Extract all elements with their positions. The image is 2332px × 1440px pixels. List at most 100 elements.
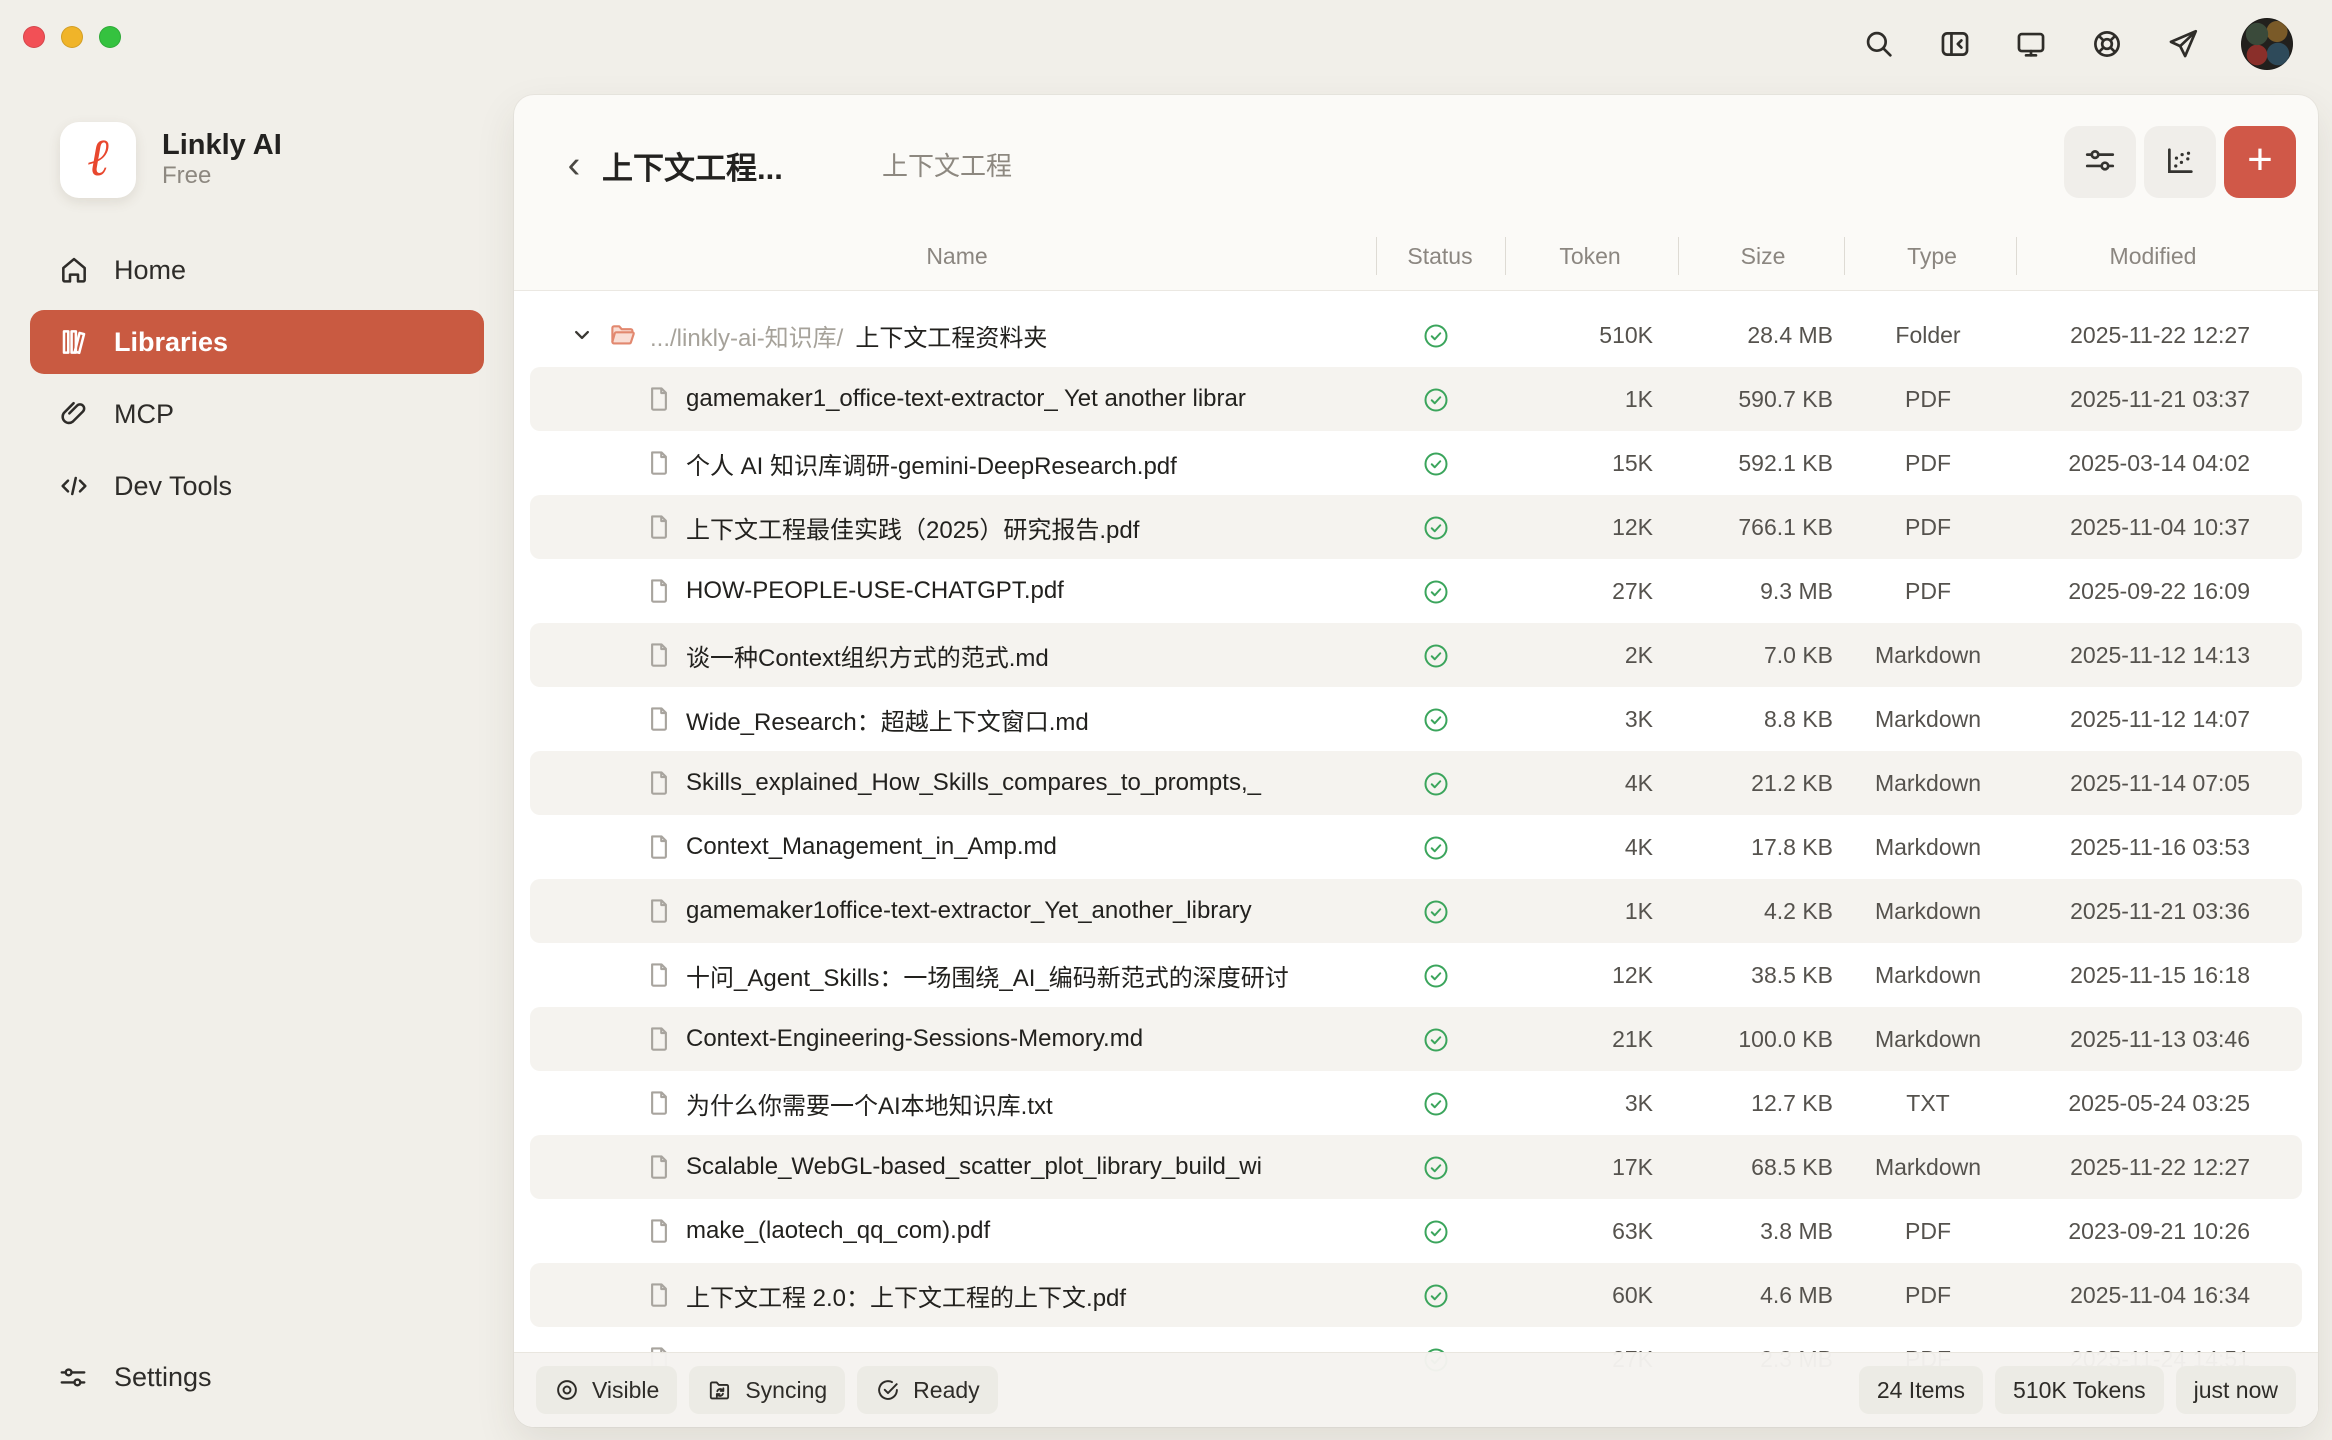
chip-ready[interactable]: Ready <box>857 1366 997 1414</box>
column-header-name[interactable]: Name <box>926 243 987 270</box>
modified-cell: 2025-11-14 07:05 <box>1988 751 2250 815</box>
table-row-folder[interactable]: .../linkly-ai-知识库/上下文工程资料夹510K28.4 MBFol… <box>514 303 2318 367</box>
filter-settings-button[interactable] <box>2064 126 2136 198</box>
badge-label: 24 Items <box>1877 1377 1965 1404</box>
table-row[interactable]: gamemaker1_office-text-extractor_ Yet an… <box>514 367 2318 431</box>
status-cell <box>1414 495 1458 559</box>
sidebar-item-libraries[interactable]: Libraries <box>30 310 484 374</box>
status-filter-chips: Visible Syncing Ready <box>536 1366 998 1414</box>
file-name: gamemaker1office-text-extractor_Yet_anot… <box>686 897 1252 925</box>
modified-cell: 2025-11-13 03:46 <box>1988 1007 2250 1071</box>
help-lifebuoy-icon[interactable] <box>2089 26 2125 62</box>
table-row[interactable]: 谈一种Context组织方式的范式.md2K7.0 KBMarkdown2025… <box>514 623 2318 687</box>
column-divider <box>1505 237 1506 275</box>
status-bar: VisibleSyncingReady 24 Items510K Tokensj… <box>514 1352 2318 1427</box>
status-cell <box>1414 1199 1458 1263</box>
chevron-down-icon[interactable] <box>568 321 596 349</box>
status-ok-icon <box>1421 896 1451 926</box>
table-row[interactable]: Skills_explained_How_Skills_compares_to_… <box>514 751 2318 815</box>
badge-label: just now <box>2194 1377 2278 1404</box>
table-row[interactable]: Context-Engineering-Sessions-Memory.md21… <box>514 1007 2318 1071</box>
token-cell: 12K <box>1453 495 1653 559</box>
size-cell: 9.3 MB <box>1633 559 1833 623</box>
user-avatar[interactable] <box>2241 18 2293 70</box>
column-header-status[interactable]: Status <box>1407 243 1472 270</box>
file-icon <box>644 896 674 926</box>
chip-visible[interactable]: Visible <box>536 1366 677 1414</box>
table-row[interactable]: 上下文工程 2.0：上下文工程的上下文.pdf60K4.6 MBPDF2025-… <box>514 1263 2318 1327</box>
token-cell: 12K <box>1453 943 1653 1007</box>
chip-syncing[interactable]: Syncing <box>689 1366 845 1414</box>
token-cell: 27K <box>1453 559 1653 623</box>
name-cell: Scalable_WebGL-based_scatter_plot_librar… <box>644 1135 1368 1199</box>
status-ok-icon <box>1421 1088 1451 1118</box>
table-row[interactable]: 上下文工程最佳实践（2025）研究报告.pdf12K766.1 KBPDF202… <box>514 495 2318 559</box>
scatter-chart-icon <box>2163 144 2197 181</box>
sliders-icon <box>58 1363 88 1393</box>
modified-cell: 2025-11-16 03:53 <box>1988 815 2250 879</box>
table-row[interactable]: HOW-PEOPLE-USE-CHATGPT.pdf27K9.3 MBPDF20… <box>514 559 2318 623</box>
scatter-view-button[interactable] <box>2144 126 2216 198</box>
name-cell: gamemaker1_office-text-extractor_ Yet an… <box>644 367 1368 431</box>
size-cell: 4.2 KB <box>1633 879 1833 943</box>
file-table: .../linkly-ai-知识库/上下文工程资料夹510K28.4 MBFol… <box>514 291 2318 1427</box>
name-cell: 谈一种Context组织方式的范式.md <box>644 623 1368 687</box>
plus-icon: + <box>2247 138 2273 182</box>
table-row[interactable]: 为什么你需要一个AI本地知识库.txt3K12.7 KBTXT2025-05-2… <box>514 1071 2318 1135</box>
status-ok-icon <box>1421 1024 1451 1054</box>
file-name: 谈一种Context组织方式的范式.md <box>686 638 1049 673</box>
sidebar-item-dev-tools[interactable]: Dev Tools <box>30 454 484 518</box>
table-row[interactable]: 十问_Agent_Skills：一场围绕_AI_编码新范式的深度研讨12K38.… <box>514 943 2318 1007</box>
sidebar-item-label: MCP <box>114 399 174 430</box>
search-icon[interactable] <box>1861 26 1897 62</box>
size-cell: 68.5 KB <box>1633 1135 1833 1199</box>
modified-cell: 2023-09-21 10:26 <box>1988 1199 2250 1263</box>
status-ok-icon <box>1421 512 1451 542</box>
chip-label: Syncing <box>745 1377 827 1404</box>
folder-sync-icon <box>707 1377 733 1403</box>
table-row[interactable]: Wide_Research：超越上下文窗口.md3K8.8 KBMarkdown… <box>514 687 2318 751</box>
modified-cell: 2025-11-21 03:37 <box>1988 367 2250 431</box>
size-cell: 766.1 KB <box>1633 495 1833 559</box>
table-row[interactable]: Context_Management_in_Amp.md4K17.8 KBMar… <box>514 815 2318 879</box>
column-header-modified[interactable]: Modified <box>2110 243 2197 270</box>
file-name: make_(laotech_qq_com).pdf <box>686 1217 990 1245</box>
table-row[interactable]: 个人 AI 知识库调研-gemini-DeepResearch.pdf15K59… <box>514 431 2318 495</box>
name-cell: 上下文工程最佳实践（2025）研究报告.pdf <box>644 495 1368 559</box>
status-ok-icon <box>1421 640 1451 670</box>
add-button[interactable]: + <box>2224 126 2296 198</box>
sidebar-item-settings[interactable]: Settings <box>58 1362 212 1393</box>
send-icon[interactable] <box>2165 26 2201 62</box>
page-subtitle: 上下文工程 <box>882 146 1012 183</box>
panel-collapse-icon[interactable] <box>1937 26 1973 62</box>
file-name: Scalable_WebGL-based_scatter_plot_librar… <box>686 1153 1262 1181</box>
table-row[interactable]: gamemaker1office-text-extractor_Yet_anot… <box>514 879 2318 943</box>
file-table-body: .../linkly-ai-知识库/上下文工程资料夹510K28.4 MBFol… <box>514 303 2318 1391</box>
token-cell: 3K <box>1453 687 1653 751</box>
file-icon <box>644 448 674 478</box>
name-cell: Wide_Research：超越上下文窗口.md <box>644 687 1368 751</box>
app-logo: ℓ <box>60 122 136 198</box>
table-row[interactable]: make_(laotech_qq_com).pdf63K3.8 MBPDF202… <box>514 1199 2318 1263</box>
column-header-type[interactable]: Type <box>1907 243 1957 270</box>
name-cell: Context_Management_in_Amp.md <box>644 815 1368 879</box>
status-cell <box>1414 751 1458 815</box>
column-header-token[interactable]: Token <box>1559 243 1620 270</box>
modified-cell: 2025-11-12 14:13 <box>1988 623 2250 687</box>
sidebar-item-mcp[interactable]: MCP <box>30 382 484 446</box>
sidebar-item-home[interactable]: Home <box>30 238 484 302</box>
status-cell <box>1414 1135 1458 1199</box>
status-cell <box>1414 559 1458 623</box>
modified-cell: 2025-11-04 10:37 <box>1988 495 2250 559</box>
column-header-size[interactable]: Size <box>1741 243 1786 270</box>
table-row[interactable]: Scalable_WebGL-based_scatter_plot_librar… <box>514 1135 2318 1199</box>
modified-cell: 2025-11-21 03:36 <box>1988 879 2250 943</box>
name-cell: 上下文工程 2.0：上下文工程的上下文.pdf <box>644 1263 1368 1327</box>
display-icon[interactable] <box>2013 26 2049 62</box>
status-ok-icon <box>1421 960 1451 990</box>
folder-path-prefix: .../linkly-ai-知识库/ <box>650 318 843 353</box>
back-button[interactable]: ‹ <box>552 139 596 191</box>
sidebar-item-label: Libraries <box>114 327 228 358</box>
library-panel: ‹ 上下文工程... 上下文工程 + NameStatusTokenSizeTy… <box>514 95 2318 1427</box>
status-ok-icon <box>1421 576 1451 606</box>
